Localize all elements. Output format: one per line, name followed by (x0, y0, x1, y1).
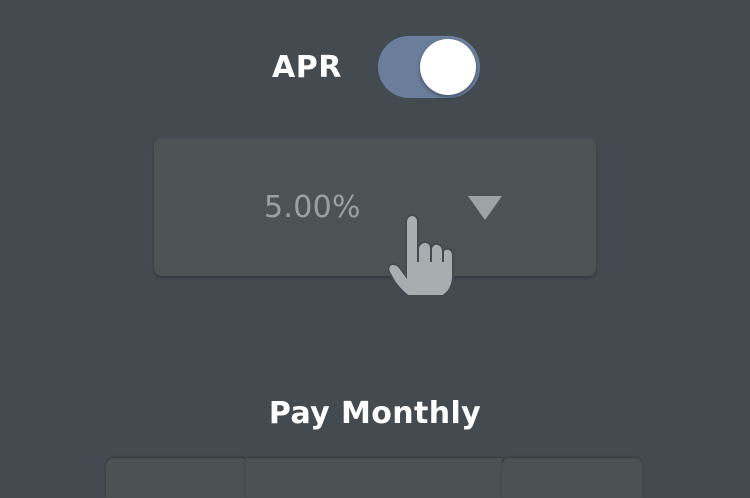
tab-1[interactable] (106, 458, 248, 498)
hand-pointer-icon (388, 214, 454, 296)
pay-monthly-title: Pay Monthly (268, 396, 482, 431)
apr-row: APR (272, 36, 480, 98)
rate-dropdown[interactable]: 5.00% (154, 138, 596, 276)
apr-toggle[interactable] (378, 36, 480, 98)
tab-2[interactable] (246, 458, 502, 498)
apr-label: APR (272, 49, 342, 85)
triangle-down-icon (468, 196, 502, 220)
tab-3[interactable] (502, 458, 642, 498)
rate-value: 5.00% (264, 190, 361, 225)
toggle-knob (420, 39, 476, 95)
